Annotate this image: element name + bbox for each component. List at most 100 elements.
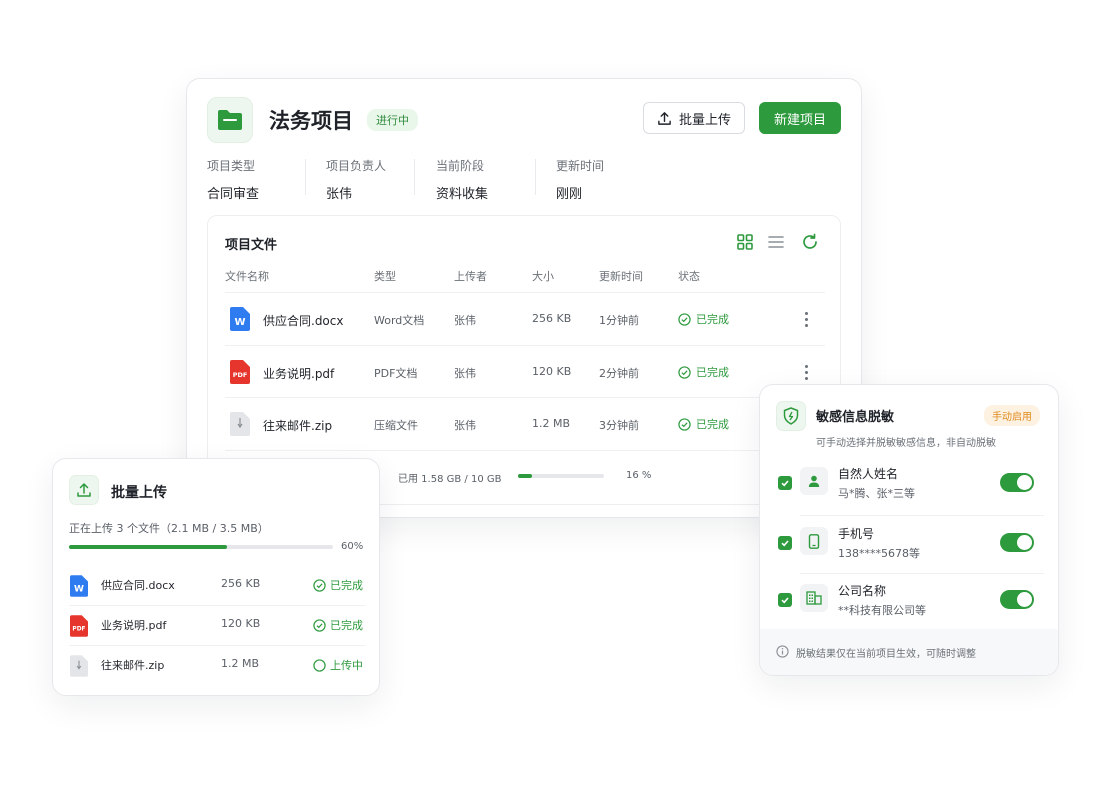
- shield-icon: [776, 401, 806, 431]
- upload-title: 批量上传: [111, 485, 167, 501]
- desensitize-card: 敏感信息脱敏 手动启用 可手动选择并脱敏敏感信息，非自动脱敏 自然人姓名 马*腾…: [759, 384, 1059, 676]
- upload-item: 往来邮件.zip 1.2 MB 上传中: [69, 645, 365, 685]
- file-uploader: 张伟: [454, 419, 476, 432]
- storage-percent: 16 %: [626, 470, 652, 481]
- file-name: 业务说明.pdf: [263, 367, 335, 381]
- checkbox[interactable]: [778, 593, 792, 607]
- file-type: Word文档: [374, 314, 425, 327]
- table-row[interactable]: PDF 业务说明.pdf PDF文档 张伟 120 KB 2分钟前 已完成: [225, 346, 825, 398]
- storage-progress-fill: [518, 474, 532, 478]
- check-circle-icon: [313, 578, 326, 592]
- storage-usage: 已用 1.58 GB / 10 GB: [398, 474, 502, 485]
- word-file-icon: W: [70, 575, 88, 597]
- check-circle-icon: [678, 312, 691, 326]
- zip-file-icon: [70, 655, 88, 677]
- refresh-icon[interactable]: [801, 233, 819, 251]
- building-icon: [800, 584, 828, 612]
- check-icon: [781, 597, 789, 604]
- svg-text:PDF: PDF: [233, 371, 248, 379]
- pdf-file-icon: PDF: [230, 360, 250, 384]
- upload-file-name: 往来邮件.zip: [101, 659, 165, 672]
- column-header-name: 文件名称: [225, 270, 269, 283]
- meta-updated: 更新时间 刚刚: [556, 159, 605, 202]
- file-type: PDF文档: [374, 367, 418, 380]
- toggle-switch[interactable]: [1000, 473, 1034, 492]
- storage-progress-bar: [518, 474, 604, 478]
- grid-view-icon[interactable]: [736, 233, 754, 251]
- desensitize-title: 敏感信息脱敏: [816, 410, 895, 425]
- toggle-switch[interactable]: [1000, 533, 1034, 552]
- upload-item: W 供应合同.docx 256 KB 已完成: [69, 565, 365, 605]
- column-header-type: 类型: [374, 270, 396, 283]
- desensitize-item-company: 公司名称 **科技有限公司等: [776, 572, 1044, 630]
- upload-progress-bar: [69, 545, 333, 549]
- info-icon: [776, 645, 789, 658]
- upload-percent: 60%: [341, 541, 364, 552]
- desensitize-footer: 脱敏结果仅在当前项目生效，可随时调整: [760, 629, 1058, 675]
- upload-item: PDF 业务说明.pdf 120 KB 已完成: [69, 605, 365, 645]
- check-circle-icon: [678, 417, 691, 431]
- checkbox[interactable]: [778, 476, 792, 490]
- column-header-time: 更新时间: [599, 270, 643, 283]
- upload-icon: [658, 111, 671, 125]
- upload-file-name: 业务说明.pdf: [101, 619, 167, 632]
- column-header-size: 大小: [532, 270, 554, 283]
- checkbox[interactable]: [778, 536, 792, 550]
- file-size: 120 KB: [532, 365, 572, 378]
- person-icon: [800, 467, 828, 495]
- file-status: 已完成: [678, 416, 729, 432]
- list-view-icon[interactable]: [767, 233, 785, 251]
- more-options-icon[interactable]: [799, 309, 813, 329]
- column-header-status: 状态: [678, 270, 700, 283]
- column-header-uploader: 上传者: [454, 270, 487, 283]
- batch-upload-button[interactable]: 批量上传: [643, 102, 745, 134]
- upload-icon: [69, 475, 99, 505]
- upload-file-size: 120 KB: [221, 617, 261, 630]
- file-size: 1.2 MB: [532, 417, 571, 430]
- pdf-file-icon: PDF: [70, 615, 88, 637]
- upload-file-status: 已完成: [313, 617, 363, 633]
- check-icon: [781, 480, 789, 487]
- new-project-button[interactable]: 新建项目: [759, 102, 841, 134]
- file-time: 1分钟前: [599, 314, 639, 327]
- toggle-switch[interactable]: [1000, 590, 1034, 609]
- uploading-circle-icon: [313, 658, 326, 672]
- table-row[interactable]: 往来邮件.zip 压缩文件 张伟 1.2 MB 3分钟前 已完成: [225, 398, 825, 450]
- phone-icon: [800, 527, 828, 555]
- check-icon: [781, 540, 789, 547]
- divider: [414, 159, 415, 195]
- word-file-icon: W: [230, 307, 250, 331]
- desensitize-description: 可手动选择并脱敏敏感信息，非自动脱敏: [816, 438, 996, 449]
- svg-text:W: W: [234, 317, 245, 328]
- divider: [225, 450, 825, 451]
- file-name: 供应合同.docx: [263, 314, 344, 328]
- folder-icon: [207, 97, 253, 143]
- batch-upload-label: 批量上传: [678, 112, 731, 128]
- upload-status-text: 正在上传 3 个文件（2.1 MB / 3.5 MB）: [69, 522, 269, 535]
- divider: [305, 159, 306, 195]
- upload-file-name: 供应合同.docx: [101, 579, 175, 592]
- check-circle-icon: [313, 618, 326, 632]
- desensitize-item-name: 自然人姓名 马*腾、张*三等: [776, 455, 1044, 513]
- file-time: 3分钟前: [599, 419, 639, 432]
- status-badge: 进行中: [367, 109, 418, 131]
- file-type: 压缩文件: [374, 419, 418, 432]
- file-time: 2分钟前: [599, 367, 639, 380]
- file-size: 256 KB: [532, 312, 572, 325]
- more-options-icon[interactable]: [799, 362, 813, 382]
- file-uploader: 张伟: [454, 314, 476, 327]
- upload-file-size: 256 KB: [221, 577, 261, 590]
- file-status: 已完成: [678, 311, 729, 327]
- files-title: 项目文件: [225, 238, 278, 253]
- zip-file-icon: [230, 412, 250, 436]
- meta-project-type: 项目类型 合同审查: [207, 159, 260, 202]
- batch-upload-card: 批量上传 正在上传 3 个文件（2.1 MB / 3.5 MB） 60% W 供…: [52, 458, 380, 696]
- meta-owner: 项目负责人 张伟: [326, 159, 387, 202]
- table-row[interactable]: W 供应合同.docx Word文档 张伟 256 KB 1分钟前 已完成: [225, 293, 825, 345]
- page-title: 法务项目: [269, 109, 353, 133]
- upload-file-status: 上传中: [313, 657, 363, 673]
- divider: [535, 159, 536, 195]
- svg-text:W: W: [74, 584, 84, 594]
- svg-text:PDF: PDF: [72, 627, 85, 633]
- check-circle-icon: [678, 365, 691, 379]
